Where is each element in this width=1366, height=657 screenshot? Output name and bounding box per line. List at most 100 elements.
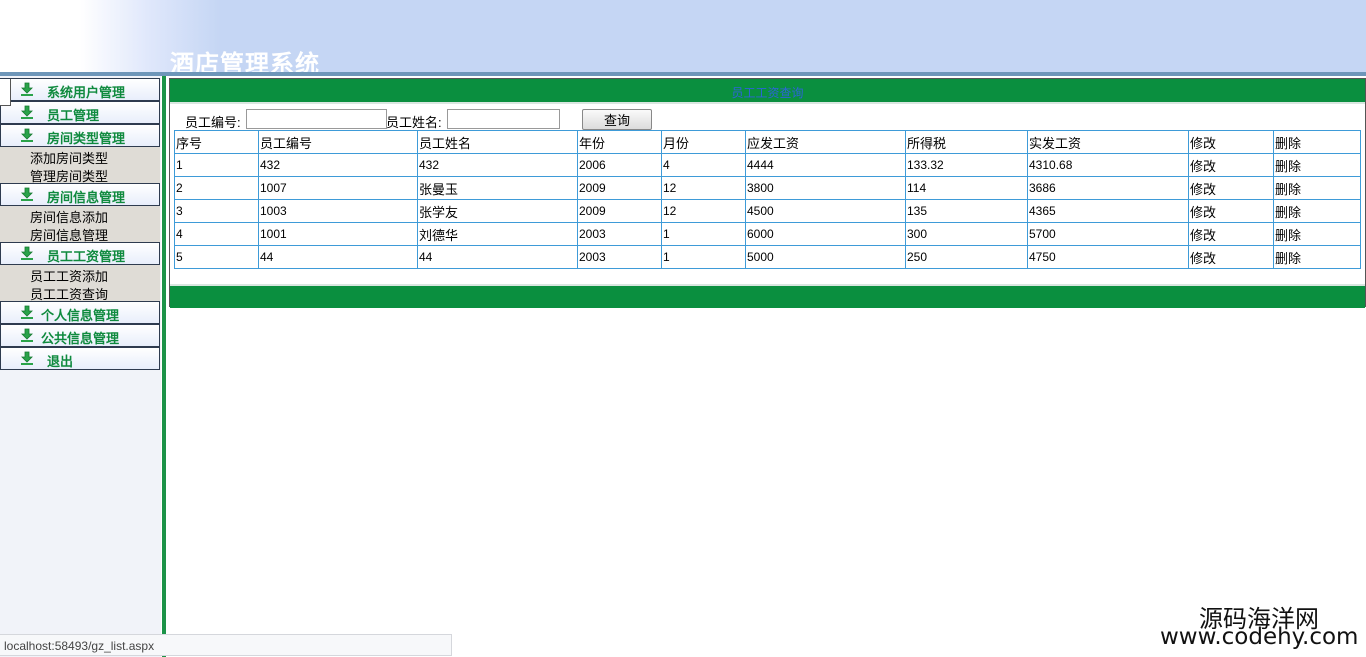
sidebar-group-5[interactable]: 员工工资管理 — [0, 242, 160, 265]
panel-title: 员工工资查询 — [731, 86, 804, 100]
table-row: 3 1003 张学友 2009 12 4500 135 4365 修改 删除 — [174, 199, 1361, 223]
column-header: 删除 — [1273, 130, 1361, 154]
table-cell: 5000 — [745, 245, 906, 269]
delete-link[interactable]: 删除 — [1273, 153, 1361, 177]
table-cell: 1007 — [258, 176, 418, 200]
table-cell: 3 — [174, 199, 259, 223]
table-cell: 114 — [905, 176, 1028, 200]
table-cell: 1001 — [258, 222, 418, 246]
download-arrow-icon — [20, 328, 34, 343]
delete-link[interactable]: 删除 — [1273, 245, 1361, 269]
sidebar-group-1[interactable]: 系统用户管理 — [0, 78, 160, 101]
column-header: 员工编号 — [258, 130, 418, 154]
table-cell: 刘德华 — [417, 222, 578, 246]
column-header: 实发工资 — [1027, 130, 1189, 154]
sidebar-submenu: 添加房间类型 管理房间类型 — [0, 147, 160, 184]
column-header: 修改 — [1188, 130, 1274, 154]
table-row: 1 432 432 2006 4 4444 133.32 4310.68 修改 删除 — [174, 153, 1361, 177]
table-cell: 4 — [174, 222, 259, 246]
table-cell: 6000 — [745, 222, 906, 246]
table-cell: 2003 — [577, 245, 662, 269]
table-cell: 2009 — [577, 199, 662, 223]
table-row: 5 44 44 2003 1 5000 250 4750 修改 删除 — [174, 245, 1361, 269]
column-header: 应发工资 — [745, 130, 906, 154]
table-row: 2 1007 张曼玉 2009 12 3800 114 3686 修改 删除 — [174, 176, 1361, 200]
table-cell: 44 — [417, 245, 578, 269]
sidebar-group-3[interactable]: 房间类型管理 — [0, 124, 160, 147]
download-arrow-icon — [20, 128, 34, 143]
table-cell: 1 — [661, 222, 746, 246]
sidebar-group-4[interactable]: 房间信息管理 — [0, 183, 160, 206]
table-cell: 张学友 — [417, 199, 578, 223]
sidebar-link[interactable]: 员工工资添加 — [30, 266, 108, 285]
download-arrow-icon — [20, 82, 34, 97]
header-divider — [0, 72, 1366, 76]
edit-link[interactable]: 修改 — [1188, 176, 1274, 200]
table-cell: 2009 — [577, 176, 662, 200]
column-header: 年份 — [577, 130, 662, 154]
column-header: 所得税 — [905, 130, 1028, 154]
table-cell: 3686 — [1027, 176, 1189, 200]
column-header: 员工姓名 — [417, 130, 578, 154]
table-cell: 432 — [417, 153, 578, 177]
sidebar-link[interactable]: 房间信息添加 — [30, 207, 108, 226]
header-banner: 酒店管理系统 — [0, 0, 1366, 72]
download-arrow-icon — [20, 105, 34, 120]
table-row: 4 1001 刘德华 2003 1 6000 300 5700 修改 删除 — [174, 222, 1361, 246]
table-cell: 1 — [661, 245, 746, 269]
delete-link[interactable]: 删除 — [1273, 199, 1361, 223]
table-cell: 12 — [661, 176, 746, 200]
edit-link[interactable]: 修改 — [1188, 245, 1274, 269]
sidebar-group-label: 房间信息管理 — [47, 190, 126, 205]
delete-link[interactable]: 删除 — [1273, 222, 1361, 246]
table-cell: 1 — [174, 153, 259, 177]
sidebar-group-label: 员工管理 — [47, 108, 100, 123]
table-cell: 2006 — [577, 153, 662, 177]
sidebar-separator — [162, 76, 166, 657]
table-cell: 432 — [258, 153, 418, 177]
sidebar-selection-marker — [0, 79, 11, 106]
delete-link[interactable]: 删除 — [1273, 176, 1361, 200]
watermark-url: www.codehy.com — [1160, 624, 1359, 650]
sidebar-group-label: 员工工资管理 — [47, 249, 126, 264]
sidebar-group-label: 系统用户管理 — [47, 85, 126, 100]
sidebar-group-label: 退出 — [47, 354, 74, 369]
table-cell: 4 — [661, 153, 746, 177]
query-button[interactable]: 查询 — [582, 109, 652, 130]
table-cell: 4310.68 — [1027, 153, 1189, 177]
sidebar-group-7[interactable]: 公共信息管理 — [0, 324, 160, 347]
table-cell: 4750 — [1027, 245, 1189, 269]
table-header-row: 序号 员工编号 员工姓名 年份 月份 应发工资 所得税 实发工资 修改 删除 — [174, 130, 1361, 154]
table-cell: 3800 — [745, 176, 906, 200]
table-cell: 44 — [258, 245, 418, 269]
sidebar-group-label: 个人信息管理 — [41, 308, 120, 323]
panel-title-bar: 员工工资查询 — [170, 79, 1365, 104]
column-header: 序号 — [174, 130, 259, 154]
download-arrow-icon — [20, 305, 34, 320]
salary-table: 序号 员工编号 员工姓名 年份 月份 应发工资 所得税 实发工资 修改 删除 1 432 432 200… — [174, 130, 1361, 269]
column-header: 月份 — [661, 130, 746, 154]
sidebar-group-label: 房间类型管理 — [47, 131, 126, 146]
table-cell: 1003 — [258, 199, 418, 223]
table-cell: 4365 — [1027, 199, 1189, 223]
sidebar-group-8[interactable]: 退出 — [0, 347, 160, 370]
table-cell: 4444 — [745, 153, 906, 177]
sidebar-link[interactable]: 添加房间类型 — [30, 148, 108, 167]
table-cell: 5700 — [1027, 222, 1189, 246]
download-arrow-icon — [20, 187, 34, 202]
table-cell: 12 — [661, 199, 746, 223]
download-arrow-icon — [20, 246, 34, 261]
browser-status-bar: localhost:58493/gz_list.aspx — [0, 634, 452, 656]
edit-link[interactable]: 修改 — [1188, 222, 1274, 246]
employee-no-input[interactable] — [246, 109, 387, 129]
table-cell: 4500 — [745, 199, 906, 223]
employee-name-label: 员工姓名: — [386, 115, 442, 130]
table-cell: 133.32 — [905, 153, 1028, 177]
table-cell: 2 — [174, 176, 259, 200]
content-panel: 员工工资查询 员工编号: 员工姓名: 查询 序号 员工编号 员工姓名 年份 月份 应发工资… — [169, 78, 1366, 308]
edit-link[interactable]: 修改 — [1188, 153, 1274, 177]
sidebar-group-6[interactable]: 个人信息管理 — [0, 301, 160, 324]
sidebar-group-2[interactable]: 员工管理 — [0, 101, 160, 124]
edit-link[interactable]: 修改 — [1188, 199, 1274, 223]
employee-name-input[interactable] — [447, 109, 560, 129]
